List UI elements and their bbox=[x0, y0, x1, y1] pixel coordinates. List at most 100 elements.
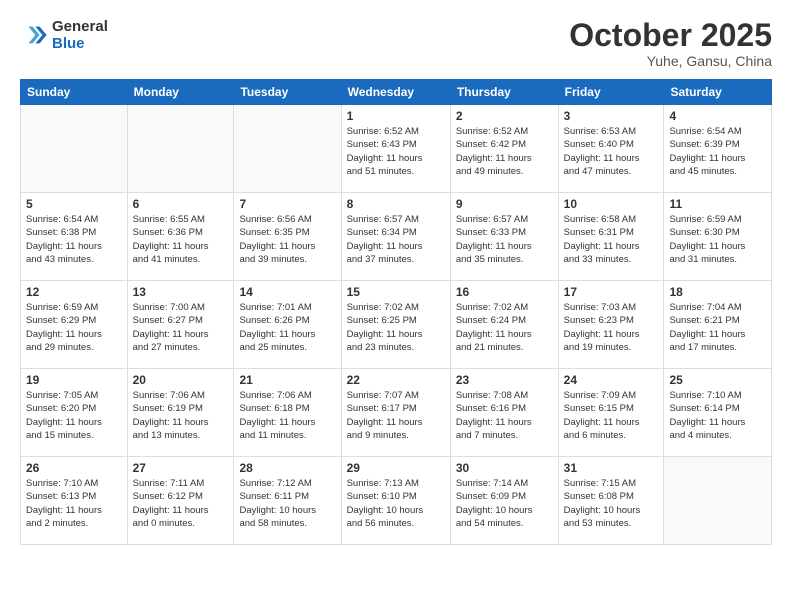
day-info: Sunrise: 6:57 AMSunset: 6:33 PMDaylight:… bbox=[456, 213, 553, 266]
weekday-header-saturday: Saturday bbox=[664, 80, 772, 105]
day-number: 6 bbox=[133, 197, 229, 211]
calendar-cell bbox=[664, 457, 772, 545]
logo: General Blue bbox=[20, 18, 108, 52]
week-row-1: 1 Sunrise: 6:52 AMSunset: 6:43 PMDaylight… bbox=[21, 105, 772, 193]
day-number: 7 bbox=[239, 197, 335, 211]
calendar-cell bbox=[127, 105, 234, 193]
logo-icon bbox=[20, 21, 48, 49]
day-number: 23 bbox=[456, 373, 553, 387]
day-info: Sunrise: 7:09 AMSunset: 6:15 PMDaylight:… bbox=[564, 389, 659, 442]
day-info: Sunrise: 7:14 AMSunset: 6:09 PMDaylight:… bbox=[456, 477, 553, 530]
location: Yuhe, Gansu, China bbox=[569, 53, 772, 69]
day-info: Sunrise: 7:15 AMSunset: 6:08 PMDaylight:… bbox=[564, 477, 659, 530]
day-info: Sunrise: 6:56 AMSunset: 6:35 PMDaylight:… bbox=[239, 213, 335, 266]
day-number: 2 bbox=[456, 109, 553, 123]
calendar-cell: 5Sunrise: 6:54 AMSunset: 6:38 PMDaylight… bbox=[21, 193, 128, 281]
week-row-5: 26Sunrise: 7:10 AMSunset: 6:13 PMDayligh… bbox=[21, 457, 772, 545]
day-number: 19 bbox=[26, 373, 122, 387]
day-info: Sunrise: 6:58 AMSunset: 6:31 PMDaylight:… bbox=[564, 213, 659, 266]
day-info: Sunrise: 7:04 AMSunset: 6:21 PMDaylight:… bbox=[669, 301, 766, 354]
weekday-header-tuesday: Tuesday bbox=[234, 80, 341, 105]
calendar-cell: 2 Sunrise: 6:52 AMSunset: 6:42 PMDaylight… bbox=[450, 105, 558, 193]
calendar: SundayMondayTuesdayWednesdayThursdayFrid… bbox=[20, 79, 772, 545]
calendar-cell: 24 Sunrise: 7:09 AMSunset: 6:15 PMDayligh… bbox=[558, 369, 664, 457]
day-info: Sunrise: 7:00 AMSunset: 6:27 PMDaylight:… bbox=[133, 301, 229, 354]
day-info: Sunrise: 7:10 AMSunset: 6:14 PMDaylight:… bbox=[669, 389, 766, 442]
day-info: Sunrise: 6:52 AMSunset: 6:43 PMDaylight:… bbox=[347, 125, 445, 178]
day-info: Sunrise: 6:53 AMSunset: 6:40 PMDaylight:… bbox=[564, 125, 659, 178]
day-number: 15 bbox=[347, 285, 445, 299]
calendar-cell: 6 Sunrise: 6:55 AMSunset: 6:36 PMDaylight… bbox=[127, 193, 234, 281]
calendar-cell: 28 Sunrise: 7:12 AMSunset: 6:11 PMDayligh… bbox=[234, 457, 341, 545]
day-info: Sunrise: 6:57 AMSunset: 6:34 PMDaylight:… bbox=[347, 213, 445, 266]
calendar-cell: 7 Sunrise: 6:56 AMSunset: 6:35 PMDaylight… bbox=[234, 193, 341, 281]
day-number: 8 bbox=[347, 197, 445, 211]
calendar-cell bbox=[234, 105, 341, 193]
calendar-cell: 3 Sunrise: 6:53 AMSunset: 6:40 PMDaylight… bbox=[558, 105, 664, 193]
calendar-cell: 21Sunrise: 7:06 AMSunset: 6:18 PMDayligh… bbox=[234, 369, 341, 457]
calendar-cell: 20 Sunrise: 7:06 AMSunset: 6:19 PMDayligh… bbox=[127, 369, 234, 457]
day-info: Sunrise: 7:06 AMSunset: 6:18 PMDaylight:… bbox=[239, 389, 335, 442]
week-row-3: 12 Sunrise: 6:59 AMSunset: 6:29 PMDayligh… bbox=[21, 281, 772, 369]
calendar-cell: 29 Sunrise: 7:13 AMSunset: 6:10 PMDayligh… bbox=[341, 457, 450, 545]
calendar-cell: 15 Sunrise: 7:02 AMSunset: 6:25 PMDayligh… bbox=[341, 281, 450, 369]
day-info: Sunrise: 6:59 AMSunset: 6:29 PMDaylight:… bbox=[26, 301, 122, 354]
day-info: Sunrise: 7:12 AMSunset: 6:11 PMDaylight:… bbox=[239, 477, 335, 530]
day-number: 30 bbox=[456, 461, 553, 475]
calendar-cell: 13 Sunrise: 7:00 AMSunset: 6:27 PMDayligh… bbox=[127, 281, 234, 369]
day-number: 5 bbox=[26, 197, 122, 211]
day-number: 17 bbox=[564, 285, 659, 299]
day-number: 27 bbox=[133, 461, 229, 475]
day-info: Sunrise: 6:52 AMSunset: 6:42 PMDaylight:… bbox=[456, 125, 553, 178]
calendar-cell: 4 Sunrise: 6:54 AMSunset: 6:39 PMDaylight… bbox=[664, 105, 772, 193]
day-number: 9 bbox=[456, 197, 553, 211]
day-number: 13 bbox=[133, 285, 229, 299]
calendar-cell: 18 Sunrise: 7:04 AMSunset: 6:21 PMDayligh… bbox=[664, 281, 772, 369]
day-number: 24 bbox=[564, 373, 659, 387]
day-number: 10 bbox=[564, 197, 659, 211]
weekday-header-thursday: Thursday bbox=[450, 80, 558, 105]
day-info: Sunrise: 7:05 AMSunset: 6:20 PMDaylight:… bbox=[26, 389, 122, 442]
calendar-cell: 31 Sunrise: 7:15 AMSunset: 6:08 PMDayligh… bbox=[558, 457, 664, 545]
day-number: 29 bbox=[347, 461, 445, 475]
calendar-cell: 22Sunrise: 7:07 AMSunset: 6:17 PMDayligh… bbox=[341, 369, 450, 457]
week-row-4: 19 Sunrise: 7:05 AMSunset: 6:20 PMDayligh… bbox=[21, 369, 772, 457]
day-info: Sunrise: 7:13 AMSunset: 6:10 PMDaylight:… bbox=[347, 477, 445, 530]
day-info: Sunrise: 7:06 AMSunset: 6:19 PMDaylight:… bbox=[133, 389, 229, 442]
title-block: October 2025 Yuhe, Gansu, China bbox=[569, 18, 772, 69]
day-info: Sunrise: 7:03 AMSunset: 6:23 PMDaylight:… bbox=[564, 301, 659, 354]
calendar-cell: 25Sunrise: 7:10 AMSunset: 6:14 PMDayligh… bbox=[664, 369, 772, 457]
day-number: 1 bbox=[347, 109, 445, 123]
day-number: 14 bbox=[239, 285, 335, 299]
weekday-header-wednesday: Wednesday bbox=[341, 80, 450, 105]
day-number: 4 bbox=[669, 109, 766, 123]
calendar-cell: 10 Sunrise: 6:58 AMSunset: 6:31 PMDayligh… bbox=[558, 193, 664, 281]
day-number: 28 bbox=[239, 461, 335, 475]
weekday-header-friday: Friday bbox=[558, 80, 664, 105]
page: General Blue October 2025 Yuhe, Gansu, C… bbox=[0, 0, 792, 612]
day-number: 22 bbox=[347, 373, 445, 387]
month-title: October 2025 bbox=[569, 18, 772, 53]
logo-text: General Blue bbox=[52, 18, 108, 52]
day-number: 31 bbox=[564, 461, 659, 475]
calendar-cell: 23 Sunrise: 7:08 AMSunset: 6:16 PMDayligh… bbox=[450, 369, 558, 457]
day-number: 16 bbox=[456, 285, 553, 299]
day-number: 18 bbox=[669, 285, 766, 299]
day-info: Sunrise: 7:10 AMSunset: 6:13 PMDaylight:… bbox=[26, 477, 122, 530]
calendar-cell: 19 Sunrise: 7:05 AMSunset: 6:20 PMDayligh… bbox=[21, 369, 128, 457]
calendar-cell: 27Sunrise: 7:11 AMSunset: 6:12 PMDayligh… bbox=[127, 457, 234, 545]
day-number: 3 bbox=[564, 109, 659, 123]
day-info: Sunrise: 7:01 AMSunset: 6:26 PMDaylight:… bbox=[239, 301, 335, 354]
day-info: Sunrise: 6:55 AMSunset: 6:36 PMDaylight:… bbox=[133, 213, 229, 266]
weekday-header-row: SundayMondayTuesdayWednesdayThursdayFrid… bbox=[21, 80, 772, 105]
calendar-cell: 30 Sunrise: 7:14 AMSunset: 6:09 PMDayligh… bbox=[450, 457, 558, 545]
day-info: Sunrise: 7:02 AMSunset: 6:25 PMDaylight:… bbox=[347, 301, 445, 354]
calendar-cell: 8 Sunrise: 6:57 AMSunset: 6:34 PMDaylight… bbox=[341, 193, 450, 281]
header: General Blue October 2025 Yuhe, Gansu, C… bbox=[20, 18, 772, 69]
day-number: 20 bbox=[133, 373, 229, 387]
day-info: Sunrise: 7:08 AMSunset: 6:16 PMDaylight:… bbox=[456, 389, 553, 442]
day-number: 12 bbox=[26, 285, 122, 299]
weekday-header-monday: Monday bbox=[127, 80, 234, 105]
calendar-cell: 14 Sunrise: 7:01 AMSunset: 6:26 PMDayligh… bbox=[234, 281, 341, 369]
day-info: Sunrise: 6:54 AMSunset: 6:39 PMDaylight:… bbox=[669, 125, 766, 178]
